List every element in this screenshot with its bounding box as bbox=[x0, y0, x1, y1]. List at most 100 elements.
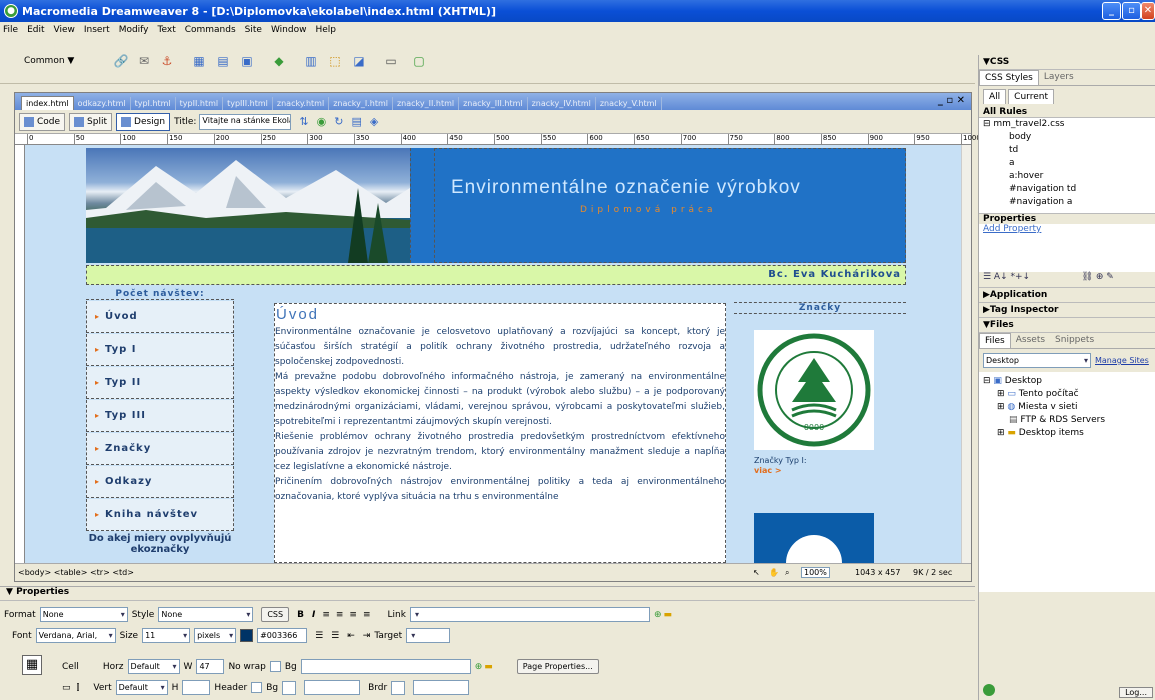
style-select[interactable]: None bbox=[158, 607, 254, 622]
tab-znacky-3[interactable]: znacky_III.html bbox=[459, 97, 528, 110]
media-icon[interactable]: ◆ bbox=[270, 52, 288, 70]
zoom-select[interactable]: 100% bbox=[801, 567, 830, 578]
zoom-tool-icon[interactable]: ⌕ bbox=[785, 568, 789, 578]
rule-navigation-td[interactable]: #navigation td bbox=[983, 183, 1155, 196]
size-select[interactable]: 11 bbox=[142, 628, 191, 643]
application-panel-header[interactable]: ▶ Application bbox=[979, 288, 1155, 303]
header-checkbox[interactable] bbox=[251, 682, 263, 693]
rule-a-hover[interactable]: a:hover bbox=[983, 170, 1155, 183]
tab-typ1[interactable]: typI.html bbox=[131, 97, 176, 110]
nowrap-checkbox[interactable] bbox=[269, 661, 281, 672]
bg-color-input[interactable] bbox=[304, 680, 361, 695]
tab-snippets[interactable]: Snippets bbox=[1050, 333, 1099, 348]
css-panel-header[interactable]: ▼ CSS bbox=[979, 55, 1155, 70]
tag-chooser-icon[interactable]: ▢ bbox=[410, 52, 428, 70]
insert-div-icon[interactable]: ▤ bbox=[214, 52, 232, 70]
nav-item-uvod[interactable]: ▸ Úvod bbox=[86, 301, 234, 333]
named-anchor-icon[interactable]: ⚓ bbox=[158, 52, 176, 70]
log-button[interactable]: Log... bbox=[1119, 687, 1153, 698]
merge-cells-icon[interactable]: ▭ bbox=[62, 683, 71, 693]
more-link[interactable]: viac > bbox=[754, 466, 782, 475]
tree-network[interactable]: ⊞ ◍ Miesta v sieti bbox=[983, 401, 1151, 414]
tree-ftp[interactable]: ▤ FTP & RDS Servers bbox=[983, 414, 1151, 427]
menu-window[interactable]: Window bbox=[271, 25, 307, 35]
bg-image-input[interactable] bbox=[300, 659, 471, 674]
rule-a[interactable]: a bbox=[983, 157, 1155, 170]
page-properties-button[interactable]: Page Properties... bbox=[516, 659, 599, 674]
indent-icon[interactable]: ⇥ bbox=[363, 631, 371, 641]
document-window-controls[interactable]: _ ▫ ✕ bbox=[938, 95, 965, 106]
menu-insert[interactable]: Insert bbox=[84, 25, 110, 35]
link-input[interactable] bbox=[409, 607, 650, 622]
menu-text[interactable]: Text bbox=[158, 25, 176, 35]
tab-files[interactable]: Files bbox=[979, 333, 1011, 348]
border-color-swatch[interactable] bbox=[391, 680, 406, 695]
tab-odkazy[interactable]: odkazy.html bbox=[74, 97, 131, 110]
menu-commands[interactable]: Commands bbox=[185, 25, 236, 35]
window-size[interactable]: 1043 x 457 bbox=[855, 568, 900, 577]
format-select[interactable]: None bbox=[39, 607, 128, 622]
menu-view[interactable]: View bbox=[54, 25, 75, 35]
code-view-button[interactable]: Code bbox=[19, 112, 66, 131]
outdent-icon[interactable]: ⇤ bbox=[347, 631, 355, 641]
nav-item-typ2[interactable]: ▸ Typ II bbox=[86, 367, 234, 399]
tree-desktop[interactable]: ⊟ ▣ Desktop bbox=[983, 375, 1151, 388]
text-color-swatch[interactable] bbox=[240, 629, 254, 642]
rule-file[interactable]: ⊟ mm_travel2.css bbox=[983, 118, 1155, 131]
tab-assets[interactable]: Assets bbox=[1011, 333, 1050, 348]
design-view-button[interactable]: Design bbox=[116, 112, 171, 131]
width-input[interactable]: 47 bbox=[196, 659, 225, 674]
align-left-icon[interactable]: ≡ bbox=[322, 610, 330, 620]
tab-typ3[interactable]: typIII.html bbox=[223, 97, 273, 110]
nav-question[interactable]: Do akej miery ovplyvňujú ekoznačky bbox=[86, 531, 234, 555]
nav-item-znacky[interactable]: ▸ Značky bbox=[86, 433, 234, 465]
tree-computer[interactable]: ⊞ ▭ Tento počítač bbox=[983, 388, 1151, 401]
height-input[interactable] bbox=[182, 680, 211, 695]
site-select[interactable]: Desktop bbox=[983, 353, 1091, 368]
split-view-button[interactable]: Split bbox=[69, 112, 113, 131]
menu-site[interactable]: Site bbox=[245, 25, 262, 35]
align-center-icon[interactable]: ≡ bbox=[336, 610, 344, 620]
target-select[interactable] bbox=[406, 628, 451, 643]
italic-button[interactable]: I bbox=[312, 610, 315, 620]
rule-body[interactable]: body bbox=[983, 131, 1155, 144]
tab-znacky-1[interactable]: znacky_I.html bbox=[329, 97, 393, 110]
file-management-icon[interactable]: ⇅ bbox=[299, 115, 308, 128]
files-panel-header[interactable]: ▼ Files bbox=[979, 318, 1155, 333]
comment-icon[interactable]: ◪ bbox=[350, 52, 368, 70]
tab-index[interactable]: index.html bbox=[21, 96, 74, 110]
nav-item-typ3[interactable]: ▸ Typ III bbox=[86, 400, 234, 432]
close-button[interactable]: ✕ bbox=[1141, 2, 1155, 20]
unit-select[interactable]: pixels bbox=[194, 628, 237, 643]
ordered-list-icon[interactable]: ☰ bbox=[331, 631, 339, 641]
hyperlink-icon[interactable]: 🔗 bbox=[112, 52, 130, 70]
rule-td[interactable]: td bbox=[983, 144, 1155, 157]
tab-css-styles[interactable]: CSS Styles bbox=[979, 70, 1039, 85]
preview-browser-icon[interactable]: ◉ bbox=[317, 115, 327, 128]
border-color-input[interactable] bbox=[413, 680, 470, 695]
bg-folder-icon[interactable]: ▬ bbox=[484, 662, 493, 672]
insert-category-select[interactable]: Common ▼ bbox=[24, 56, 74, 66]
unordered-list-icon[interactable]: ☰ bbox=[315, 631, 323, 641]
server-include-icon[interactable]: ⬚ bbox=[326, 52, 344, 70]
tab-znacky-4[interactable]: znacky_IV.html bbox=[528, 97, 596, 110]
horz-select[interactable]: Default bbox=[127, 659, 180, 674]
point-to-file-icon[interactable]: ⊕ bbox=[654, 610, 662, 620]
browse-folder-icon[interactable]: ▬ bbox=[663, 610, 672, 620]
tab-all[interactable]: All bbox=[983, 89, 1007, 104]
tab-znacky-2[interactable]: znacky_II.html bbox=[393, 97, 460, 110]
tree-desktop-items[interactable]: ⊞ ▬ Desktop items bbox=[983, 427, 1151, 440]
images-icon[interactable]: ▣ bbox=[238, 52, 256, 70]
properties-title[interactable]: ▼ Properties bbox=[0, 587, 975, 601]
bg-color-swatch[interactable] bbox=[282, 680, 297, 695]
menu-file[interactable]: File bbox=[3, 25, 18, 35]
add-property-link[interactable]: Add Property bbox=[979, 224, 1155, 272]
split-cells-icon[interactable]: ⫿ bbox=[77, 683, 80, 693]
templates-icon[interactable]: ▭ bbox=[382, 52, 400, 70]
tab-current[interactable]: Current bbox=[1008, 89, 1054, 104]
visual-aids-icon[interactable]: ◈ bbox=[370, 115, 378, 128]
tab-layers[interactable]: Layers bbox=[1039, 70, 1079, 85]
date-icon[interactable]: ▥ bbox=[302, 52, 320, 70]
select-tool-icon[interactable]: ↖ bbox=[753, 568, 760, 577]
refresh-icon[interactable]: ↻ bbox=[334, 115, 343, 128]
